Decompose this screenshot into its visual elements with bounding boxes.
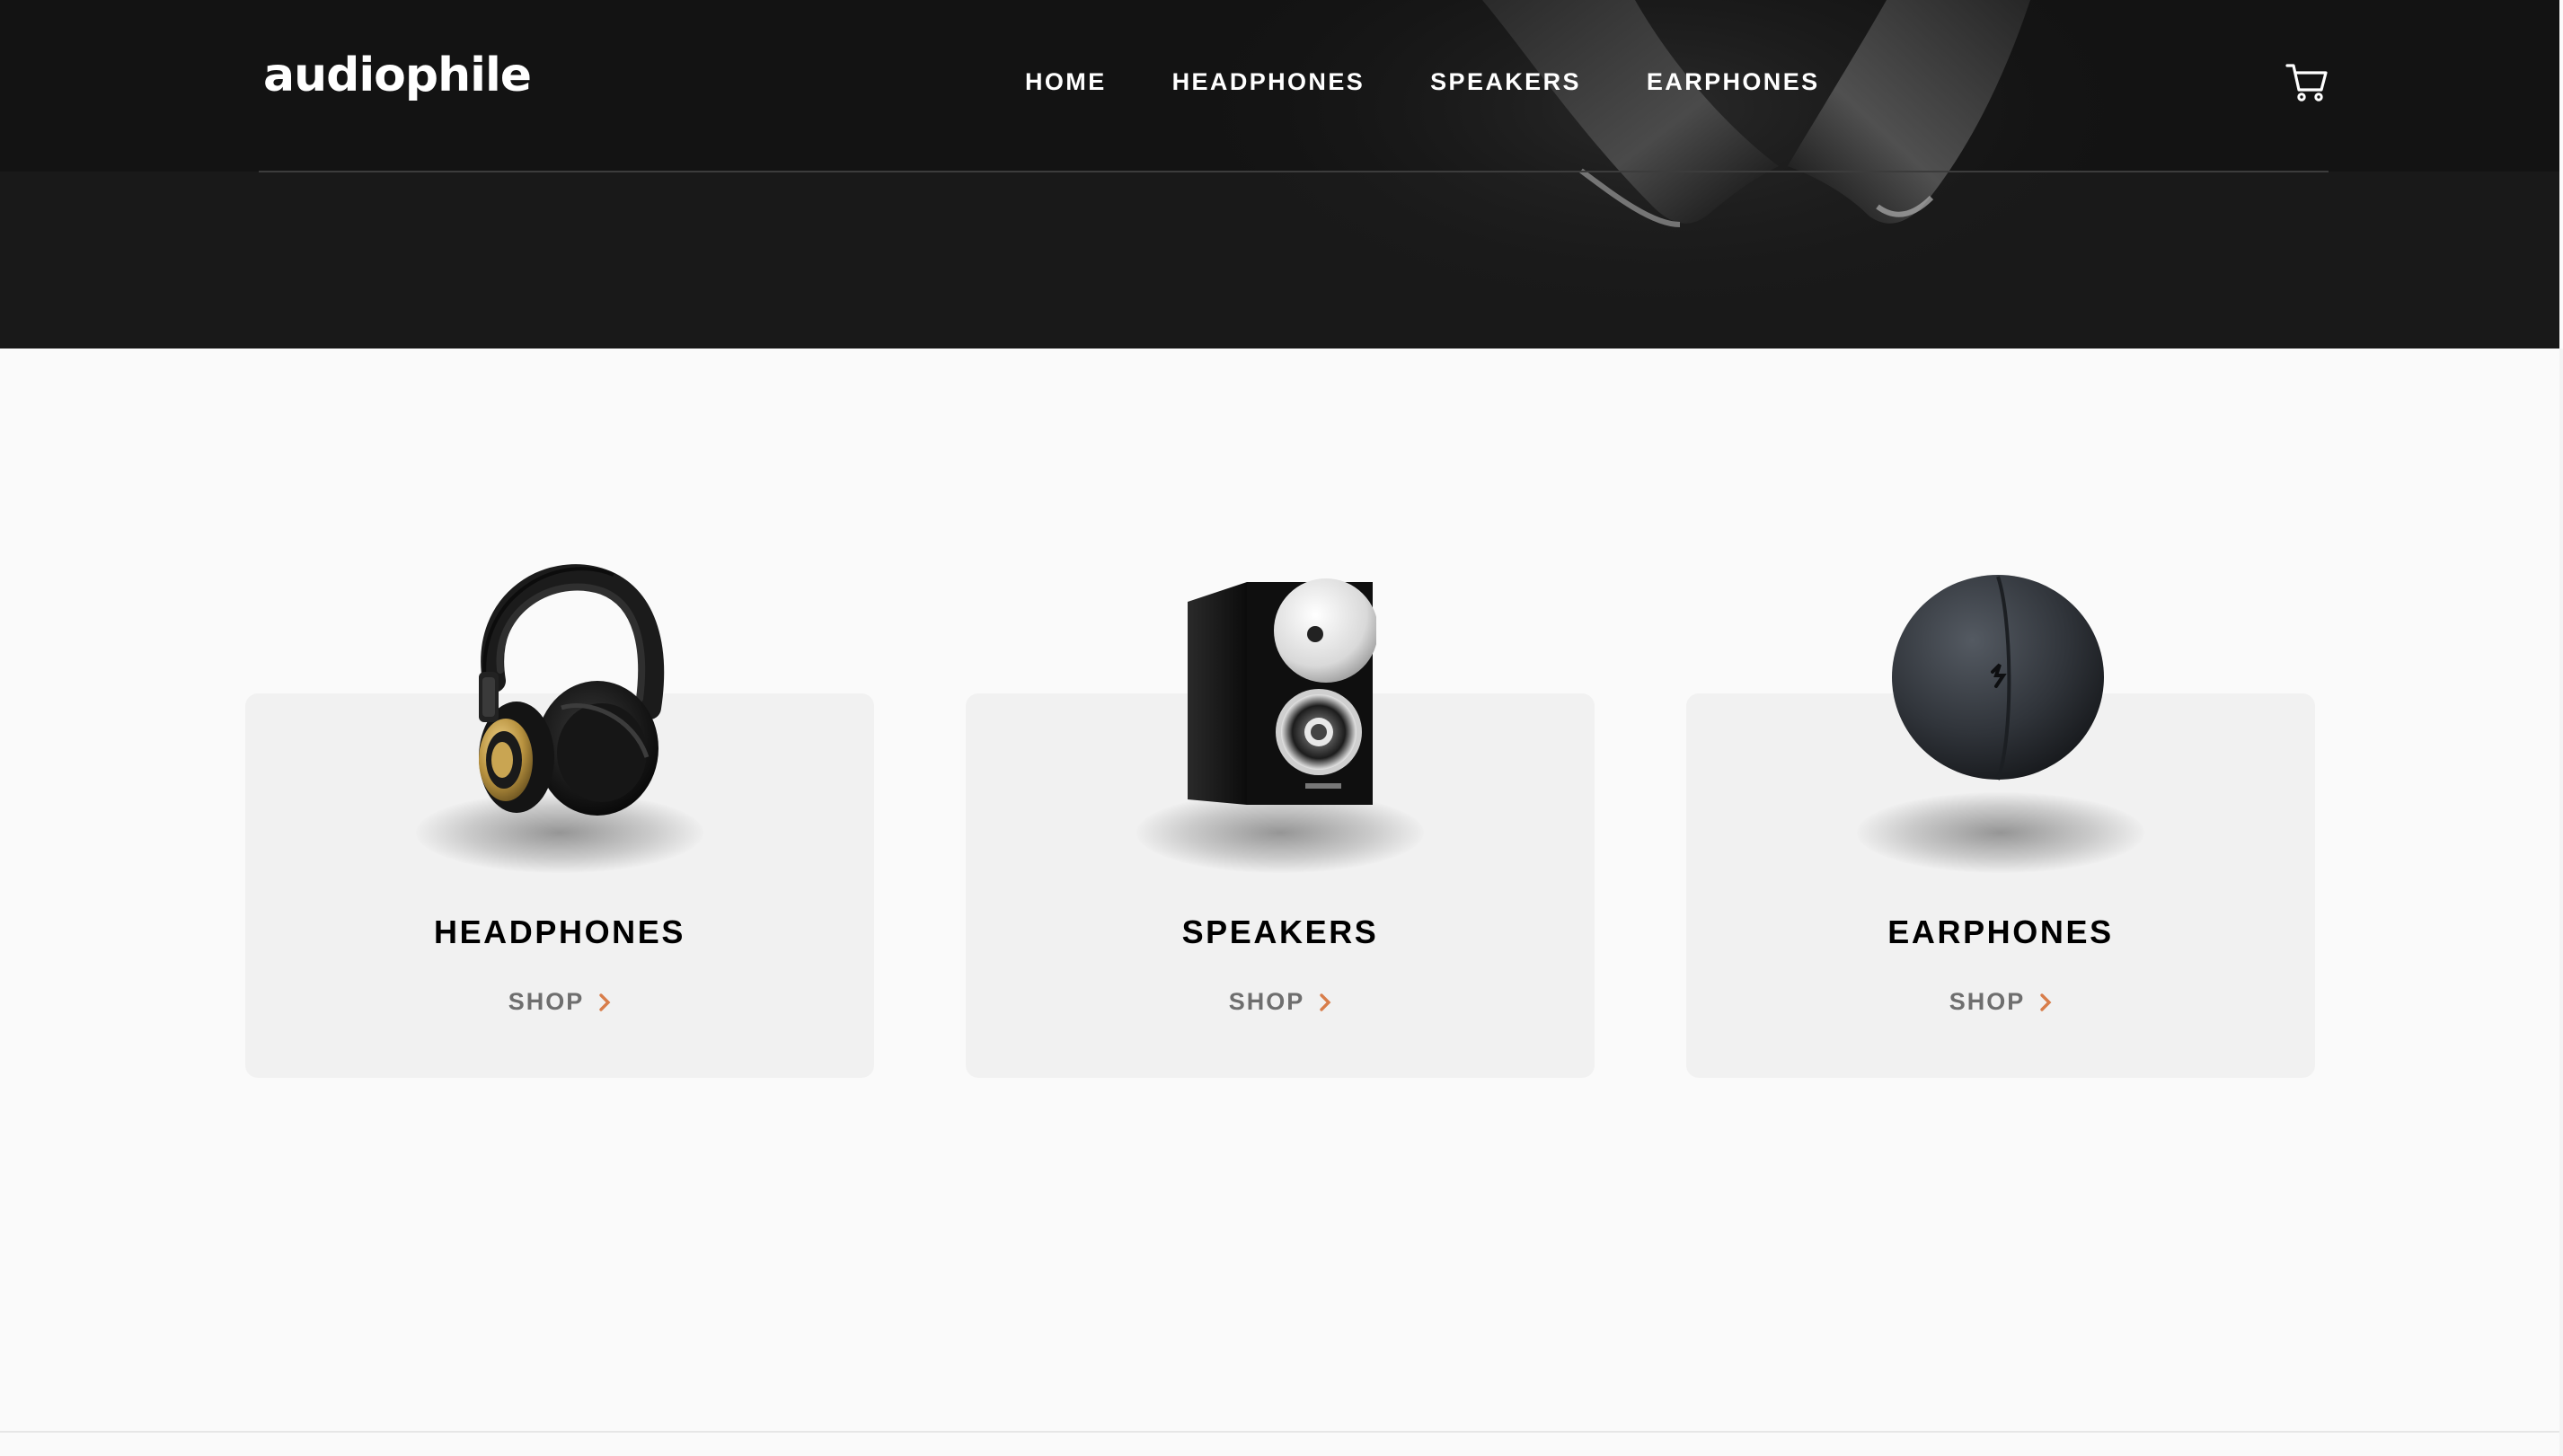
shop-label: SHOP bbox=[1228, 988, 1305, 1015]
headphones-image[interactable] bbox=[454, 564, 669, 834]
scrollbar-track[interactable] bbox=[2559, 349, 2563, 1456]
shop-label: SHOP bbox=[508, 988, 585, 1015]
earphones-case-image[interactable] bbox=[1890, 571, 2106, 783]
speaker-image[interactable] bbox=[1184, 575, 1376, 808]
shop-link-speakers[interactable]: SHOP bbox=[966, 990, 1595, 1014]
page: audiophile HOME HEADPHONES SPEAKERS EARP… bbox=[0, 0, 2563, 1456]
chevron-right-icon bbox=[599, 993, 611, 1011]
product-shadow bbox=[1857, 792, 2144, 873]
footer-divider bbox=[0, 1431, 2563, 1433]
chevron-right-icon bbox=[2040, 993, 2052, 1011]
shop-link-earphones[interactable]: SHOP bbox=[1686, 990, 2315, 1014]
shop-link-headphones[interactable]: SHOP bbox=[245, 990, 874, 1014]
chevron-right-icon bbox=[1320, 993, 1331, 1011]
category-title: HEADPHONES bbox=[433, 913, 686, 950]
category-section: HEADPHONES SHOP SPEAKERS SHOP EARPHONES bbox=[0, 0, 2563, 1456]
category-title: SPEAKERS bbox=[1181, 913, 1379, 950]
category-title: EARPHONES bbox=[1887, 913, 2114, 950]
shop-label: SHOP bbox=[1949, 988, 2026, 1015]
